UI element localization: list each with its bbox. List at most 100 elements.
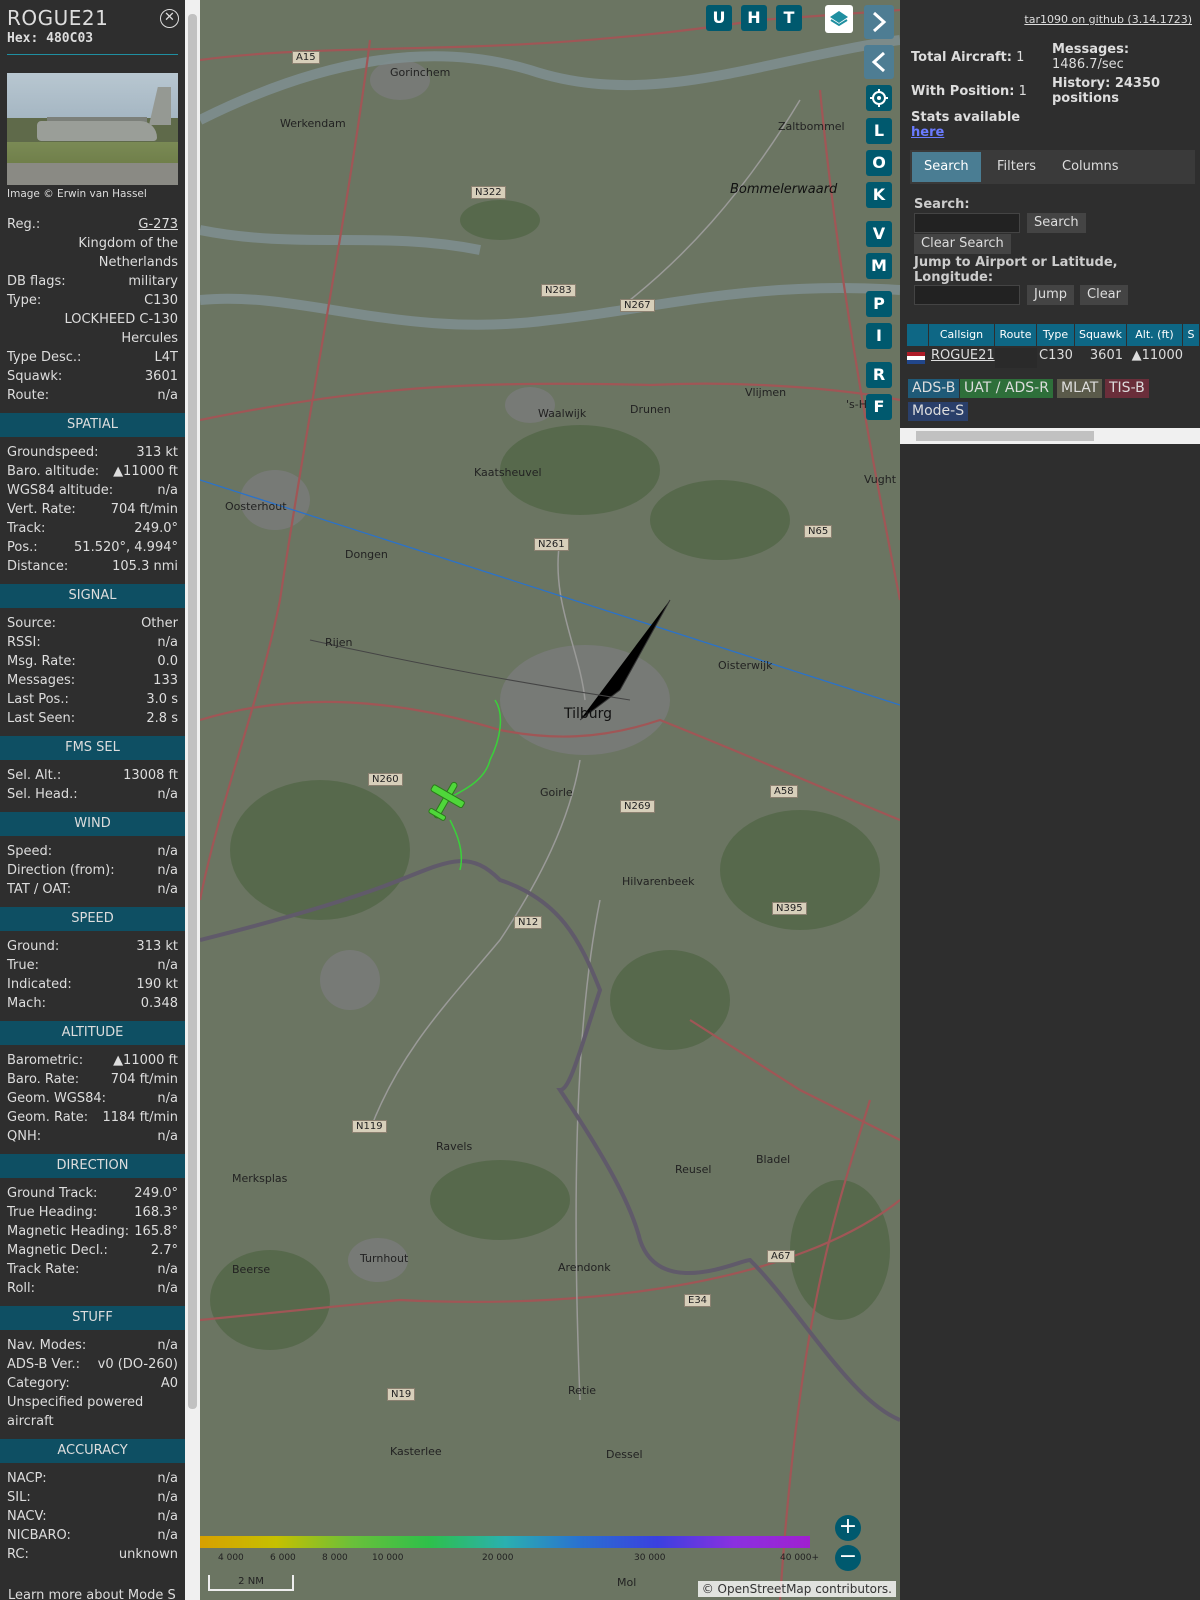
aircraft-icon[interactable]: [425, 778, 465, 824]
detail-label: SIL:: [7, 1490, 31, 1505]
button-i[interactable]: I: [866, 323, 892, 349]
column-type[interactable]: Type: [1037, 324, 1075, 346]
detail-label: Msg. Rate:: [7, 654, 76, 669]
detail-label: TAT / OAT:: [7, 882, 72, 897]
detail-value: n/a: [157, 635, 178, 650]
detail-row-mach: Mach: 0.348: [0, 994, 185, 1013]
button-r[interactable]: R: [866, 362, 892, 388]
button-l[interactable]: L: [866, 118, 892, 144]
layers-icon: [830, 11, 848, 27]
detail-value: 190 kt: [136, 977, 178, 992]
jump-input[interactable]: [914, 285, 1020, 305]
stats-link[interactable]: here: [911, 125, 944, 140]
expand-right-button[interactable]: [864, 5, 894, 39]
sidebar-header: ROGUE21 Hex: 480C03: [0, 0, 185, 46]
detail-label: Last Seen:: [7, 711, 76, 726]
aircraft-list-panel: tar1090 on github (3.14.1723) Total Airc…: [900, 0, 1200, 1600]
button-t[interactable]: T: [776, 5, 802, 31]
detail-row-msg-rate: Msg. Rate: 0.0: [0, 652, 185, 671]
scrollbar-thumb[interactable]: [916, 431, 1094, 441]
info-value[interactable]: G-273: [138, 215, 178, 234]
detail-row-magnetic-decl: Magnetic Decl.: 2.7°: [0, 1241, 185, 1260]
detail-value: 249.0°: [134, 1186, 178, 1201]
detail-label: NACP:: [7, 1471, 47, 1486]
detail-label: Track:: [7, 521, 46, 536]
detail-row-qnh: QNH: n/a: [0, 1127, 185, 1146]
detail-value: ▲11000 ft: [113, 464, 178, 479]
image-credit: Image © Erwin van Hassel: [7, 188, 147, 200]
detail-value: 133: [153, 673, 178, 688]
row-callsign[interactable]: ROGUE21: [929, 348, 995, 368]
button-o[interactable]: O: [866, 150, 892, 176]
button-v[interactable]: V: [866, 221, 892, 247]
road-n395: N395: [772, 902, 807, 915]
button-p[interactable]: P: [866, 291, 892, 317]
column-route[interactable]: Route: [995, 324, 1037, 346]
detail-value: 0.348: [140, 996, 178, 1011]
with-position-label: With Position:: [911, 84, 1015, 99]
road-n19: N19: [387, 1388, 416, 1401]
collapse-left-button[interactable]: [864, 45, 894, 79]
search-input[interactable]: [914, 213, 1020, 233]
zoom-in-button[interactable]: +: [835, 1515, 861, 1541]
jump-label: Jump to Airport or Latitude, Longitude:: [914, 255, 1118, 285]
section-altitude: ALTITUDE: [0, 1021, 185, 1045]
map-attribution[interactable]: © OpenStreetMap contributors.: [697, 1581, 896, 1597]
clear-search-button[interactable]: Clear Search: [914, 234, 1011, 254]
column-squawk[interactable]: Squawk: [1075, 324, 1127, 346]
detail-row-unspecified-powered-aircraft: Unspecified powered aircraft: [0, 1393, 185, 1431]
map-view[interactable]: Gorinchem Werkendam Zaltbommel Bommelerw…: [200, 0, 900, 1600]
section-direction: DIRECTION: [0, 1154, 185, 1178]
tab-filters[interactable]: Filters: [985, 152, 1048, 182]
detail-label: Ground:: [7, 939, 60, 954]
town-werkendam: Werkendam: [280, 117, 346, 130]
button-k[interactable]: K: [866, 182, 892, 208]
aircraft-photo[interactable]: [7, 73, 178, 185]
row-squawk: 3601: [1089, 348, 1123, 363]
town-beerse: Beerse: [232, 1263, 271, 1276]
region-bommelerwaard: Bommelerwaard: [730, 182, 838, 197]
zoom-out-button[interactable]: −: [835, 1545, 861, 1571]
selected-aircraft-sidebar: ROGUE21 Hex: 480C03 ✕ Image © Erwin van …: [0, 0, 185, 1600]
detail-row-ads-b-ver: ADS-B Ver.: v0 (DO-260): [0, 1355, 185, 1374]
table-horizontal-scrollbar[interactable]: [900, 428, 1200, 444]
section-speed: SPEED: [0, 907, 185, 931]
detail-value: unknown: [118, 1547, 178, 1562]
detail-row-last-seen: Last Seen: 2.8 s: [0, 709, 185, 728]
clear-button[interactable]: Clear: [1080, 285, 1128, 305]
netherlands-flag-icon: [907, 348, 929, 368]
github-link[interactable]: tar1090 on github (3.14.1723): [1024, 13, 1192, 26]
sidebar-scrollbar[interactable]: [185, 0, 200, 1600]
detail-label: Magnetic Heading:: [7, 1224, 130, 1239]
settings-button[interactable]: [866, 85, 892, 111]
search-button[interactable]: Search: [1027, 213, 1086, 233]
detail-value: 3.0 s: [146, 692, 178, 707]
column-flag[interactable]: [907, 324, 929, 346]
info-label: Reg.:: [7, 217, 41, 232]
town-kasterlee: Kasterlee: [390, 1445, 442, 1458]
tab-columns[interactable]: Columns: [1050, 152, 1131, 182]
button-h[interactable]: H: [741, 5, 767, 31]
search-label: Search:: [914, 197, 970, 212]
detail-value: n/a: [157, 1091, 178, 1106]
messages-label: Messages:: [1052, 42, 1130, 57]
column-speed[interactable]: S: [1183, 324, 1200, 346]
jump-button[interactable]: Jump: [1027, 285, 1074, 305]
detail-value: n/a: [157, 863, 178, 878]
button-m[interactable]: M: [866, 253, 892, 279]
close-icon[interactable]: ✕: [160, 9, 179, 28]
column-callsign[interactable]: Callsign: [929, 324, 995, 346]
button-u[interactable]: U: [706, 5, 732, 31]
detail-label: Messages:: [7, 673, 76, 688]
tab-search[interactable]: Search: [912, 152, 981, 182]
column-altitude[interactable]: Alt. (ft): [1127, 324, 1183, 346]
road-a15: A15: [292, 51, 320, 64]
legend-modes: Mode-S: [908, 402, 969, 421]
layers-button[interactable]: [825, 5, 853, 33]
info-row-type-desc: Type Desc.: L4T: [0, 348, 185, 367]
table-row[interactable]: ROGUE21 C130 3601 ▲11000: [907, 348, 1183, 368]
detail-label: NICBARO:: [7, 1528, 71, 1543]
button-f[interactable]: F: [866, 394, 892, 420]
scrollbar-thumb[interactable]: [188, 14, 197, 1409]
detail-row-groundspeed: Groundspeed: 313 kt: [0, 443, 185, 462]
